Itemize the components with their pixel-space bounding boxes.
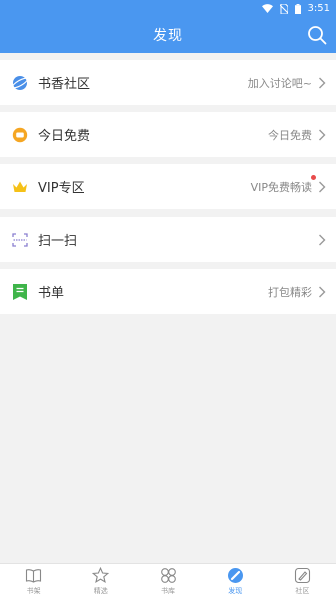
booklist-icon [12,283,28,300]
discover-icon [227,567,243,583]
search-icon[interactable] [307,25,327,45]
bookshelf-icon [26,568,42,583]
battery-icon [294,3,301,14]
tab-label: 书架 [26,586,41,595]
tab-label: 发现 [228,586,243,595]
list-item-label: 书单 [38,286,65,301]
scan-icon [12,232,28,248]
list-item-hint: 加入讨论吧~ [247,76,312,90]
tab-label: 精选 [93,586,108,595]
list-item-label: VIP专区 [38,181,85,196]
wifi-icon [261,4,273,13]
list-item-hint: 今日免费 [268,128,312,142]
tab-label: 社区 [295,586,310,595]
list-item-hint: 打包精彩 [268,285,312,299]
list-item-vip[interactable]: VIP专区 VIP免费畅读 [0,164,336,209]
chevron-right-icon [319,129,326,140]
list-item-label: 今日免费 [38,129,91,144]
app-bar: 发现 [0,17,336,53]
tab-community[interactable]: 社区 [269,564,336,598]
chevron-right-icon [319,77,326,88]
coin-icon [12,127,28,143]
new-badge-dot [311,174,316,180]
tab-discover[interactable]: 发现 [202,564,269,598]
list-item-label: 书香社区 [38,77,91,92]
chevron-right-icon [319,234,326,245]
page-title: 发现 [153,28,183,44]
community-icon [294,567,310,583]
list-item-booklist[interactable]: 书单 打包精彩 [0,269,336,314]
library-icon [160,567,176,583]
tab-featured[interactable]: 精选 [67,564,134,598]
list-item-hint-text: VIP免费畅读 [250,180,312,194]
crown-icon [12,179,28,195]
status-time: 3:51 [307,3,330,14]
planet-icon [12,75,28,91]
star-icon [92,566,110,583]
no-sim-icon [279,3,288,14]
status-bar: 3:51 [0,0,336,17]
list-item-label: 扫一扫 [38,234,78,249]
tab-bookshelf[interactable]: 书架 [0,564,67,598]
list-item-hint: VIP免费畅读 [250,174,316,195]
list-item-scan[interactable]: 扫一扫 [0,217,336,262]
chevron-right-icon [319,181,326,192]
list-item-community[interactable]: 书香社区 加入讨论吧~ [0,60,336,105]
tab-label: 书库 [161,586,175,595]
chevron-right-icon [319,286,326,297]
list-item-free-today[interactable]: 今日免费 今日免费 [0,112,336,157]
bottom-tab-bar: 书架 精选 书库 发现 社区 [0,563,336,598]
tab-library[interactable]: 书库 [134,564,201,598]
